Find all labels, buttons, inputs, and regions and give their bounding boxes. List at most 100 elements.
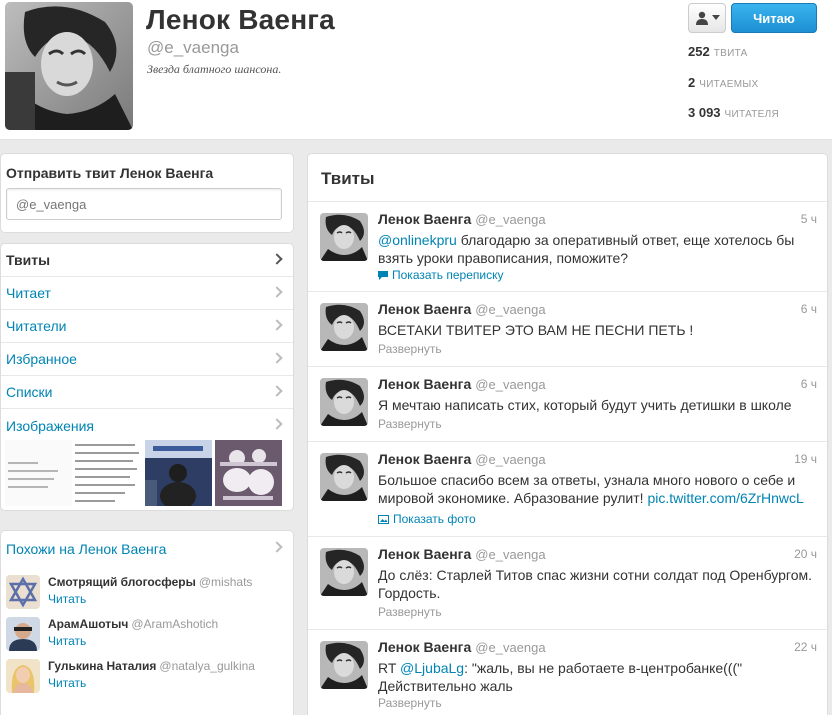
image-thumbnail[interactable] <box>5 440 72 506</box>
expand-link[interactable]: Развернуть <box>378 417 442 431</box>
stat-tweets-value: 252 <box>688 44 710 59</box>
stat-following[interactable]: 2 читаемых <box>688 75 758 90</box>
tweet-input[interactable] <box>6 188 282 220</box>
user-icon <box>695 11 708 25</box>
avatar[interactable] <box>6 659 40 693</box>
tweet-author-name: Ленок Ваенга <box>378 639 472 655</box>
avatar[interactable] <box>6 617 40 651</box>
speech-bubble-icon <box>378 271 388 281</box>
similar-user: Смотрящий блогосферы @mishats Читать <box>6 573 291 613</box>
user-actions-button[interactable] <box>688 3 726 33</box>
chevron-right-icon <box>271 253 283 265</box>
similar-user-handle: @natalya_gulkina <box>159 659 255 673</box>
tweet-time[interactable]: 6 ч <box>801 377 817 391</box>
profile-avatar[interactable] <box>5 2 133 130</box>
nav-tweets-label: Твиты <box>6 252 51 268</box>
similar-user-handle: @mishats <box>198 575 253 589</box>
similar-user-fullname: Гулькина Наталия <box>48 659 157 673</box>
tweet-text: Большое спасибо всем за ответы, узнала м… <box>378 471 813 507</box>
stat-following-value: 2 <box>688 75 696 90</box>
stat-followers[interactable]: 3 093 читателя <box>688 105 779 120</box>
follow-link[interactable]: Читать <box>48 592 86 606</box>
avatar[interactable] <box>320 303 368 351</box>
avatar[interactable] <box>320 213 368 261</box>
chevron-right-icon <box>271 352 283 364</box>
tweet[interactable]: Ленок Ваенга @e_vaenga 6 ч Я мечтаю напис… <box>308 366 827 441</box>
tweet-text: ВСЕТАКИ ТВИТЕР ЭТО ВАМ НЕ ПЕСНИ ПЕТЬ ! <box>378 322 694 338</box>
tweet-time[interactable]: 20 ч <box>794 547 817 561</box>
tweet-author[interactable]: Ленок Ваенга @e_vaenga <box>378 211 546 227</box>
chevron-right-icon <box>271 385 283 397</box>
expand-link[interactable]: Развернуть <box>378 342 442 356</box>
avatar[interactable] <box>6 575 40 609</box>
chevron-right-icon <box>271 286 283 298</box>
avatar[interactable] <box>320 641 368 689</box>
tweet[interactable]: Ленок Ваенга @e_vaenga 22 ч RT @LjubaLg: … <box>308 629 827 715</box>
caret-down-icon <box>711 15 720 20</box>
nav-images-label: Изображения <box>6 417 94 434</box>
similar-user-name[interactable]: Смотрящий блогосферы @mishats <box>48 575 252 589</box>
profile-header: Ленок Ваенга @e_vaenga Звезда блатного ш… <box>0 0 832 140</box>
mention-link[interactable]: @onlinekpru <box>378 232 457 248</box>
similar-user: АрамАшотыч @AramAshotich Читать <box>6 615 291 655</box>
image-thumbnail[interactable] <box>215 440 282 506</box>
tweets-stream: Твиты Ленок Ваенга @e_vaenga 5 ч @onlinek… <box>307 153 828 715</box>
nav-lists-label: Списки <box>6 384 53 400</box>
tweet-time[interactable]: 6 ч <box>801 302 817 316</box>
photo-link[interactable]: pic.twitter.com/6ZrHnwcL <box>647 490 803 506</box>
tweet-author-handle: @e_vaenga <box>475 302 546 317</box>
image-thumbnail[interactable] <box>145 440 212 506</box>
tweet[interactable]: Ленок Ваенга @e_vaenga 6 ч ВСЕТАКИ ТВИТЕР… <box>308 291 827 366</box>
chevron-right-icon[interactable] <box>271 541 283 553</box>
nav-favorites[interactable]: Избранное <box>1 343 293 376</box>
tweet-author[interactable]: Ленок Ваенга @e_vaenga <box>378 546 546 562</box>
tweet[interactable]: Ленок Ваенга @e_vaenga 20 ч До слёз: Стар… <box>308 536 827 629</box>
similar-user-name[interactable]: Гулькина Наталия @natalya_gulkina <box>48 659 255 673</box>
nav-lists[interactable]: Списки <box>1 376 293 409</box>
expand-link[interactable]: Развернуть <box>378 605 442 619</box>
show-photo-link[interactable]: Показать фото <box>378 512 476 526</box>
follow-link[interactable]: Читать <box>48 634 86 648</box>
tweet-time[interactable]: 19 ч <box>794 452 817 466</box>
image-thumbnail[interactable] <box>73 440 143 506</box>
tweet-author-name: Ленок Ваенга <box>378 301 472 317</box>
stat-tweets[interactable]: 252 твита <box>688 44 748 59</box>
profile-bio: Звезда блатного шансона. <box>147 62 282 76</box>
similar-users-title[interactable]: Похожи на Ленок Ваенга <box>6 541 166 557</box>
similar-user: Гулькина Наталия @natalya_gulkina Читать <box>6 657 291 697</box>
nav-tweets[interactable]: Твиты <box>1 244 293 277</box>
similar-users-panel: Похожи на Ленок Ваенга Смотрящий блогосф… <box>0 530 294 715</box>
tweet-time[interactable]: 5 ч <box>801 212 817 226</box>
avatar[interactable] <box>320 453 368 501</box>
nav-images[interactable]: Изображения <box>1 409 293 442</box>
tweet-author-handle: @e_vaenga <box>475 212 546 227</box>
tweet-text: До слёз: Старлей Титов спас жизни сотни … <box>378 567 813 601</box>
show-conversation-link[interactable]: Показать переписку <box>378 268 503 282</box>
tweet[interactable]: Ленок Ваенга @e_vaenga 5 ч @onlinekpru бл… <box>308 201 827 291</box>
tweet-author[interactable]: Ленок Ваенга @e_vaenga <box>378 301 546 317</box>
stat-followers-value: 3 093 <box>688 105 721 120</box>
tweet-author-handle: @e_vaenga <box>475 547 546 562</box>
expand-link[interactable]: Развернуть <box>378 696 442 710</box>
similar-user-name[interactable]: АрамАшотыч @AramAshotich <box>48 617 218 631</box>
similar-user-fullname: Смотрящий блогосферы <box>48 575 196 589</box>
tweet-author[interactable]: Ленок Ваенга @e_vaenga <box>378 639 546 655</box>
tweet-author[interactable]: Ленок Ваенга @e_vaenga <box>378 451 546 467</box>
follow-button[interactable]: Читаю <box>731 3 817 33</box>
nav-followers[interactable]: Читатели <box>1 310 293 343</box>
profile-handle: @e_vaenga <box>147 38 239 57</box>
show-photo-label: Показать фото <box>393 512 476 526</box>
similar-user-fullname: АрамАшотыч <box>48 617 129 631</box>
tweet-author-name: Ленок Ваенга <box>378 451 472 467</box>
tweet-author-handle: @e_vaenga <box>475 640 546 655</box>
nav-following[interactable]: Читает <box>1 277 293 310</box>
avatar[interactable] <box>320 548 368 596</box>
tweet-time[interactable]: 22 ч <box>794 640 817 654</box>
avatar[interactable] <box>320 378 368 426</box>
follow-link[interactable]: Читать <box>48 676 86 690</box>
mention-link[interactable]: @LjubaLg <box>400 660 464 676</box>
tweet[interactable]: Ленок Ваенга @e_vaenga 19 ч Большое спаси… <box>308 441 827 536</box>
tweet-author[interactable]: Ленок Ваенга @e_vaenga <box>378 376 546 392</box>
stat-followers-label: читателя <box>724 109 780 120</box>
similar-user-handle: @AramAshotich <box>131 617 219 631</box>
